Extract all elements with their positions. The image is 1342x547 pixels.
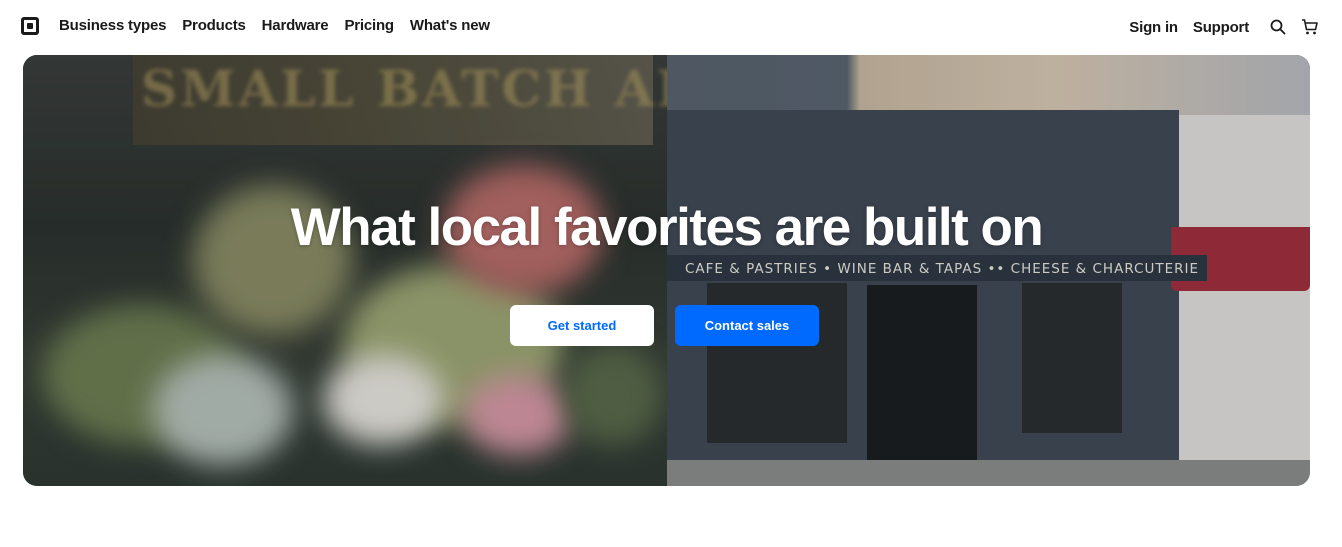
- hero-title: What local favorites are built on: [290, 198, 1044, 257]
- nav-link-business-types[interactable]: Business types: [59, 17, 166, 34]
- support-link[interactable]: Support: [1193, 19, 1249, 36]
- nav-link-pricing[interactable]: Pricing: [344, 17, 394, 34]
- square-logo-icon[interactable]: [21, 17, 39, 35]
- top-navigation: Business types Products Hardware Pricing…: [0, 0, 1342, 52]
- sign-in-link[interactable]: Sign in: [1129, 19, 1178, 36]
- main-nav-links: Business types Products Hardware Pricing…: [59, 17, 490, 34]
- nav-link-whats-new[interactable]: What's new: [410, 17, 490, 34]
- contact-sales-button[interactable]: Contact sales: [675, 305, 819, 346]
- hero-cta-group: Get started Contact sales: [510, 305, 819, 346]
- search-icon[interactable]: [1268, 17, 1288, 37]
- cart-icon[interactable]: [1300, 17, 1320, 37]
- nav-link-products[interactable]: Products: [182, 17, 246, 34]
- hero-banner: SMALL BATCH ART CAFE & PASTRIES • WINE B…: [23, 55, 1310, 486]
- nav-right-actions: Sign in Support: [1129, 17, 1342, 37]
- get-started-button[interactable]: Get started: [510, 305, 654, 346]
- nav-link-hardware[interactable]: Hardware: [262, 17, 329, 34]
